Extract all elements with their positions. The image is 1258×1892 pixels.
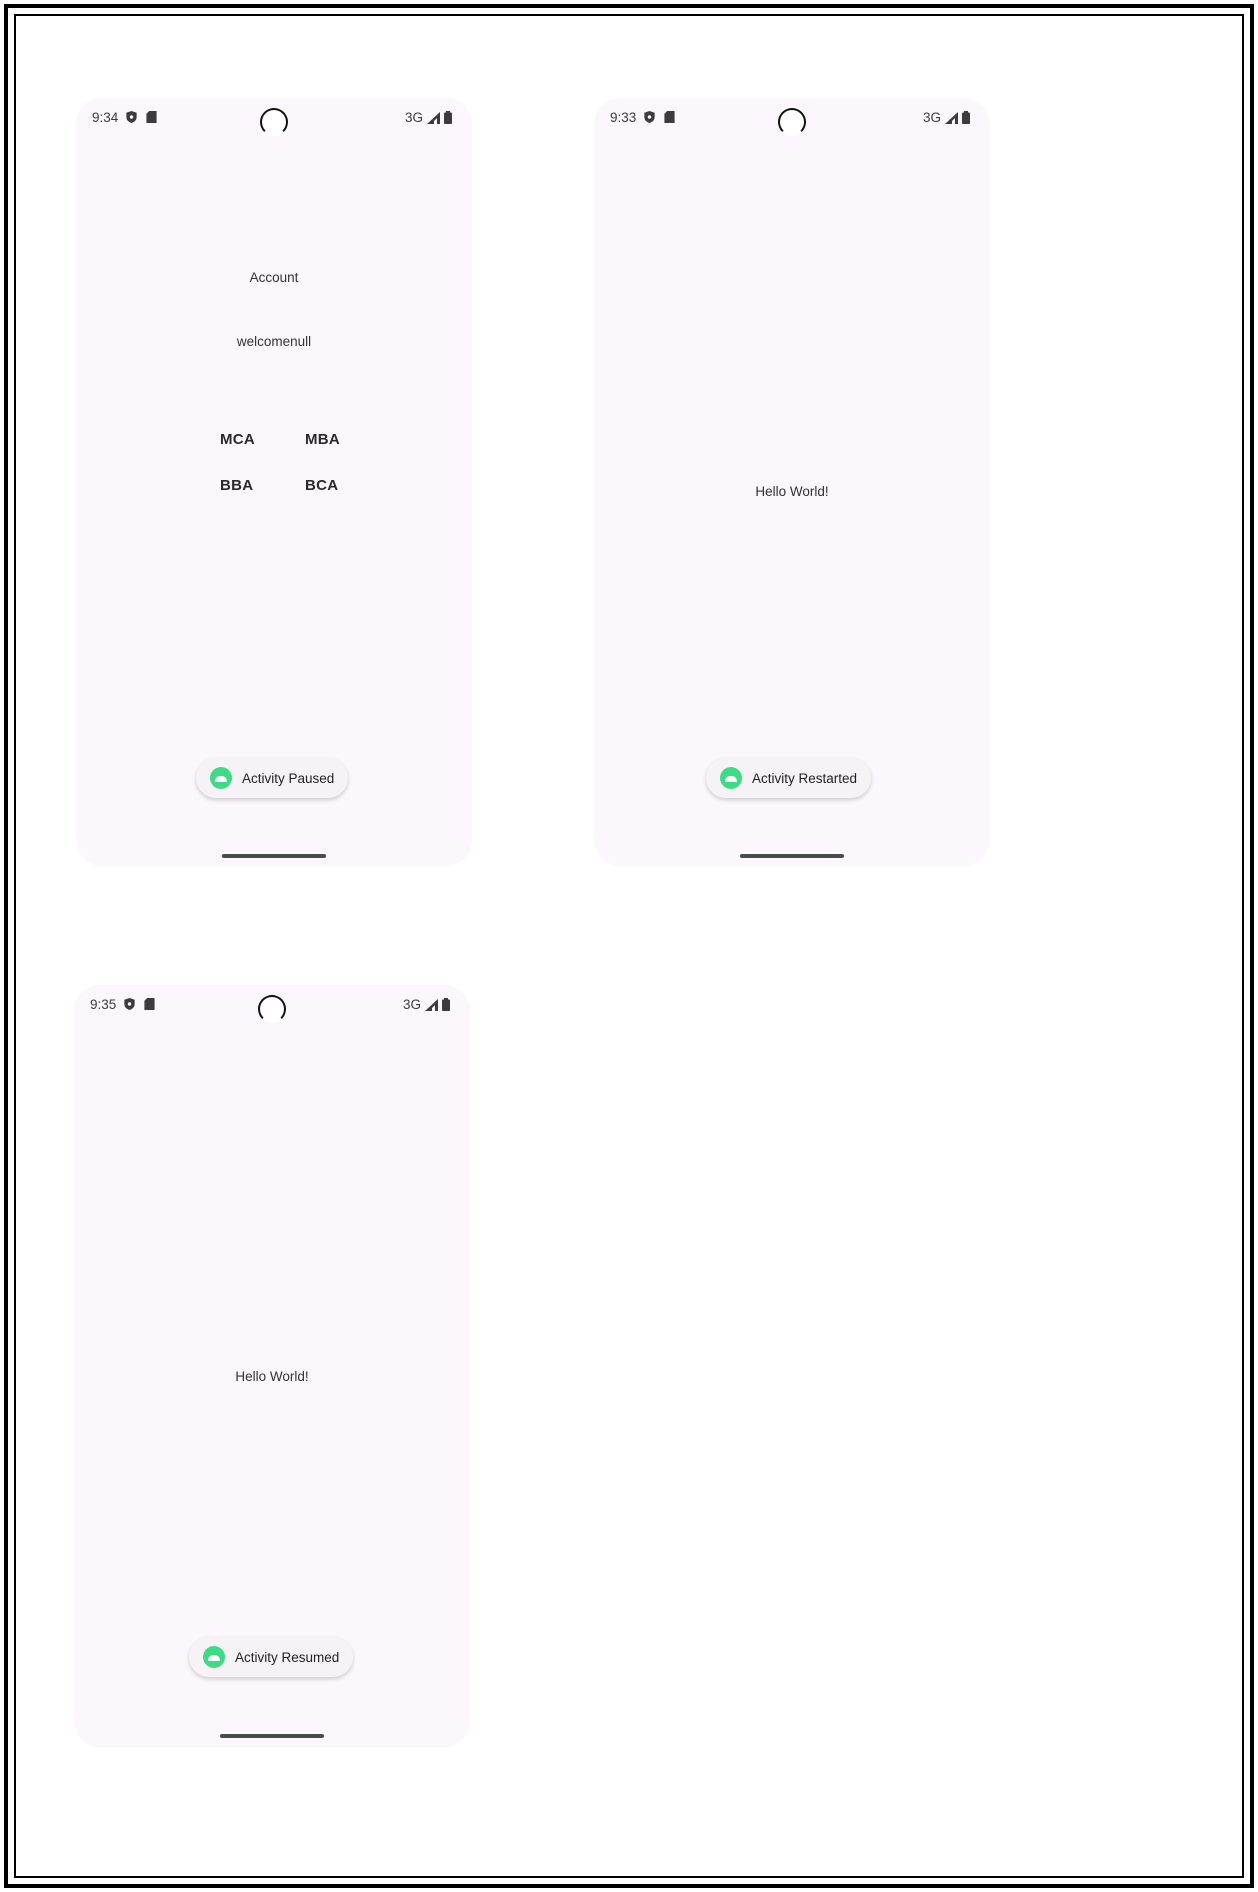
android-icon	[203, 1646, 225, 1668]
status-bar: 9:35 3G	[74, 985, 470, 1027]
hello-world-text: Hello World!	[755, 484, 829, 499]
toast-text: Activity Resumed	[235, 1649, 340, 1665]
battery-icon	[444, 111, 452, 124]
phone-screen-hello-resumed: 9:35 3G Hello World! Activity Resumed	[74, 985, 470, 1747]
home-indicator[interactable]	[222, 854, 326, 858]
mca-button[interactable]: MCA	[220, 431, 255, 448]
camera-cutout	[778, 108, 806, 136]
toast-activity-restarted: Activity Restarted	[706, 758, 872, 798]
network-status: 3G	[923, 110, 970, 125]
android-icon	[720, 767, 742, 789]
status-bar: 9:33 3G	[594, 98, 990, 140]
phone-screen-account: 9:34 3G Account welcomenull MCA MBA BBA …	[76, 98, 472, 866]
status-time: 9:33	[610, 110, 637, 125]
sd-card-icon	[664, 111, 675, 123]
mba-button[interactable]: MBA	[305, 431, 340, 448]
shield-icon	[126, 111, 137, 123]
bba-button[interactable]: BBA	[220, 477, 253, 494]
sd-card-icon	[144, 998, 155, 1010]
network-status: 3G	[405, 110, 452, 125]
toast-text: Activity Restarted	[752, 770, 858, 786]
toast-activity-paused: Activity Paused	[196, 758, 349, 798]
status-time: 9:34	[92, 110, 119, 125]
status-bar: 9:34 3G	[76, 98, 472, 140]
home-indicator[interactable]	[220, 1734, 324, 1738]
signal-icon	[425, 998, 438, 1011]
camera-cutout	[260, 108, 288, 136]
android-icon	[210, 767, 232, 789]
camera-cutout	[258, 995, 286, 1023]
phone-screen-hello-restarted: 9:33 3G Hello World! Activity Restarted	[594, 98, 990, 866]
toast-text: Activity Paused	[242, 770, 335, 786]
home-indicator[interactable]	[740, 854, 844, 858]
shield-icon	[124, 998, 135, 1010]
network-type: 3G	[402, 997, 421, 1012]
account-title: Account	[249, 270, 299, 285]
shield-icon	[644, 111, 655, 123]
network-status: 3G	[403, 997, 450, 1012]
sd-card-icon	[146, 111, 157, 123]
network-type: 3G	[922, 110, 941, 125]
battery-icon	[962, 111, 970, 124]
status-time: 9:35	[90, 997, 117, 1012]
hello-world-text: Hello World!	[235, 1369, 309, 1384]
welcome-text: welcomenull	[236, 334, 312, 349]
network-type: 3G	[404, 110, 423, 125]
toast-activity-resumed: Activity Resumed	[189, 1637, 354, 1677]
battery-icon	[442, 998, 450, 1011]
bca-button[interactable]: BCA	[305, 477, 338, 494]
signal-icon	[427, 111, 440, 124]
signal-icon	[945, 111, 958, 124]
